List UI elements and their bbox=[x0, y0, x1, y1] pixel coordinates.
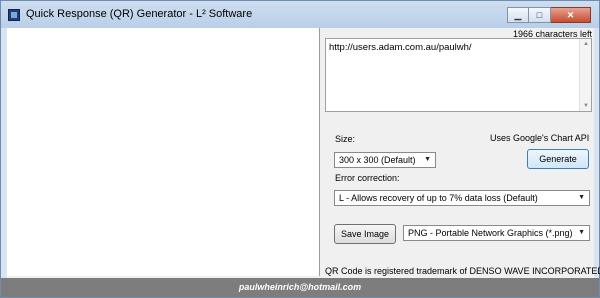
options-panel: 1966 characters left http://users.adam.c… bbox=[323, 28, 600, 276]
save-image-label: Save Image bbox=[340, 229, 390, 239]
scroll-up-icon[interactable]: ▲ bbox=[580, 39, 592, 49]
api-note: Uses Google's Chart API bbox=[490, 133, 590, 143]
error-correction-value: L - Allows recovery of up to 7% data los… bbox=[339, 193, 538, 203]
format-select[interactable]: PNG - Portable Network Graphics (*.png) … bbox=[403, 225, 590, 241]
text-scrollbar[interactable]: ▲ ▼ bbox=[579, 39, 591, 111]
minimize-button[interactable]: ▁ bbox=[507, 7, 529, 23]
title-bar[interactable]: Quick Response (QR) Generator - L² Softw… bbox=[1, 1, 599, 28]
chevron-down-icon: ▼ bbox=[578, 194, 585, 201]
app-window: Quick Response (QR) Generator - L² Softw… bbox=[0, 0, 600, 298]
qr-text-value: http://users.adam.com.au/paulwh/ bbox=[329, 42, 472, 53]
close-button[interactable]: ✕ bbox=[551, 7, 591, 23]
size-select[interactable]: 300 x 300 (Default) ▼ bbox=[334, 152, 436, 168]
error-correction-label: Error correction: bbox=[335, 173, 400, 183]
chevron-down-icon: ▼ bbox=[578, 229, 585, 236]
close-icon: ✕ bbox=[566, 9, 575, 20]
qr-text-input[interactable]: http://users.adam.com.au/paulwh/ ▲ ▼ bbox=[325, 38, 592, 112]
save-image-button[interactable]: Save Image bbox=[334, 224, 396, 244]
app-icon bbox=[8, 9, 20, 21]
maximize-button[interactable]: □ bbox=[529, 7, 551, 23]
trademark-note: QR Code is registered trademark of DENSO… bbox=[325, 266, 600, 276]
maximize-icon: □ bbox=[536, 10, 543, 20]
error-correction-select[interactable]: L - Allows recovery of up to 7% data los… bbox=[334, 190, 590, 206]
status-bar: paulwheinrich@hotmail.com bbox=[1, 278, 599, 297]
format-select-value: PNG - Portable Network Graphics (*.png) bbox=[408, 228, 573, 238]
size-label: Size: bbox=[335, 134, 356, 144]
qr-preview-panel bbox=[7, 28, 320, 276]
minimize-icon: ▁ bbox=[514, 9, 522, 20]
generate-button-label: Generate bbox=[539, 154, 577, 164]
window-title: Quick Response (QR) Generator - L² Softw… bbox=[26, 8, 253, 20]
window-controls: ▁ □ ✕ bbox=[507, 7, 591, 23]
scroll-down-icon[interactable]: ▼ bbox=[580, 101, 592, 111]
author-email[interactable]: paulwheinrich@hotmail.com bbox=[1, 278, 599, 297]
chevron-down-icon: ▼ bbox=[424, 156, 431, 163]
size-select-value: 300 x 300 (Default) bbox=[339, 155, 416, 165]
client-area: 1966 characters left http://users.adam.c… bbox=[7, 28, 600, 278]
generate-button[interactable]: Generate bbox=[527, 149, 589, 169]
